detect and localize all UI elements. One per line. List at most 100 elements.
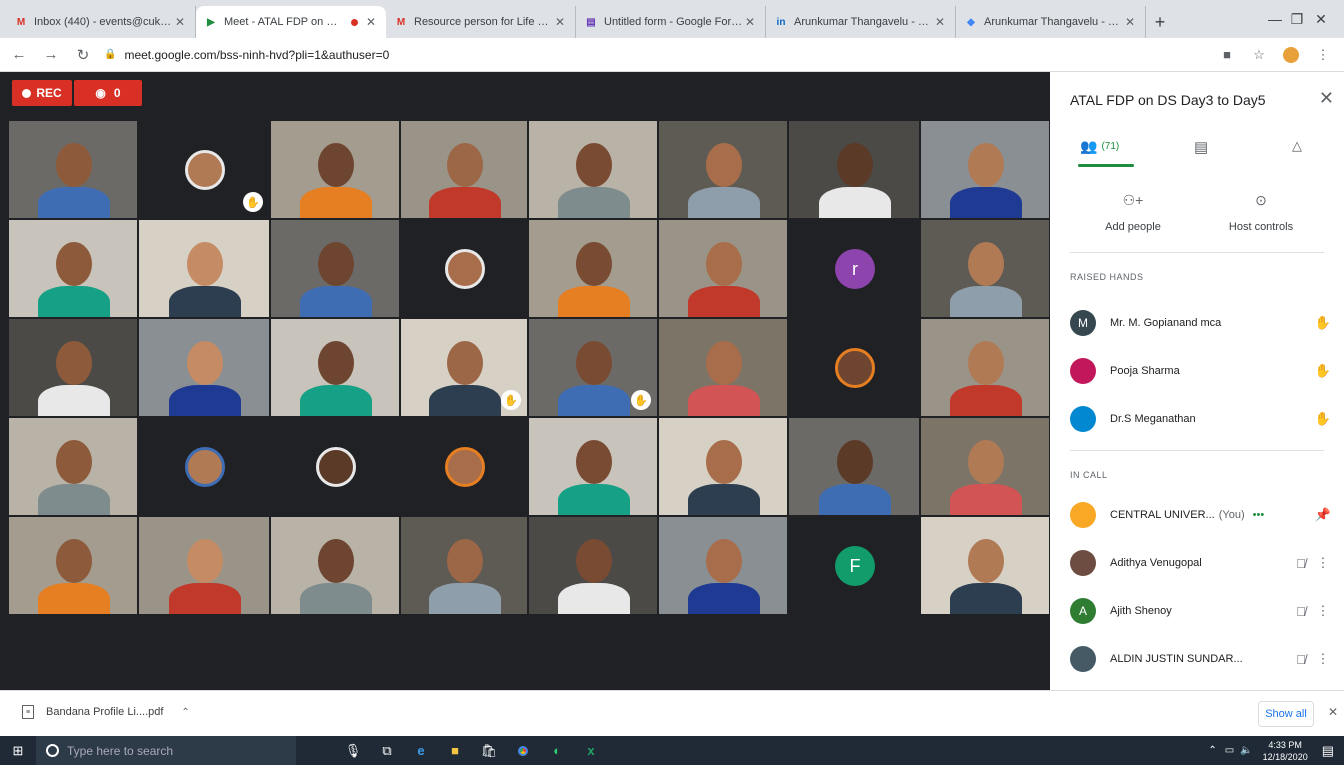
participant-tile[interactable] (658, 318, 788, 417)
participant-tile[interactable] (138, 417, 270, 516)
participant-tile[interactable]: r (788, 219, 920, 318)
participant-row[interactable]: ALDIN JUSTIN SUNDAR... 🎙̸ ⋮ (1070, 642, 1334, 676)
star-icon[interactable]: ☆ (1248, 44, 1270, 66)
participant-tile[interactable] (8, 318, 138, 417)
participant-tile[interactable] (138, 516, 270, 615)
participant-tile[interactable] (920, 417, 1050, 516)
participant-row[interactable]: Dr.S Meganathan ✋ (1070, 402, 1334, 436)
participant-tile[interactable] (528, 417, 658, 516)
taskbar-search[interactable]: Type here to search (36, 736, 296, 765)
participant-tile[interactable] (658, 516, 788, 615)
microphone-icon[interactable]: 🎙 (336, 736, 370, 765)
participant-tile[interactable] (8, 417, 138, 516)
windows-start-icon[interactable]: ⊞ (0, 736, 36, 765)
clock[interactable]: 4:33 PM 12/18/2020 (1263, 739, 1308, 763)
tab-close-icon[interactable]: ✕ (364, 15, 378, 29)
file-explorer-icon[interactable]: ■ (438, 736, 472, 765)
excel-icon[interactable]: x (574, 736, 608, 765)
tab-chat[interactable]: ▤ (1194, 138, 1208, 156)
browser-tab[interactable]: in Arunkumar Thangavelu - Seni...✕ (766, 6, 956, 38)
reload-icon[interactable]: ↻ (70, 42, 96, 68)
close-panel-icon[interactable]: ✕ (1319, 88, 1334, 109)
participant-tile[interactable] (920, 219, 1050, 318)
browser-menu-icon[interactable]: ⋮ (1312, 44, 1334, 66)
mic-off-icon[interactable]: 🎙̸ (1290, 604, 1312, 619)
participant-tile[interactable] (270, 120, 400, 219)
participant-row[interactable]: CENTRAL UNIVER... (You) ••• 📌 (1070, 498, 1334, 532)
task-view-icon[interactable]: ⧉ (370, 736, 404, 765)
tab-activities[interactable]: △ (1292, 138, 1302, 154)
new-tab-button[interactable]: + (1146, 6, 1174, 38)
participant-tile[interactable] (788, 417, 920, 516)
participant-tile[interactable]: ✋ (138, 120, 270, 219)
profile-avatar[interactable] (1280, 44, 1302, 66)
more-options-icon[interactable]: ⋮ (1312, 651, 1334, 667)
participant-tile[interactable] (270, 219, 400, 318)
participant-tile[interactable] (920, 516, 1050, 615)
participant-tile[interactable] (400, 516, 528, 615)
participant-tile[interactable] (8, 516, 138, 615)
participant-row[interactable]: A Ajith Shenoy 🎙̸ ⋮ (1070, 594, 1334, 628)
tab-close-icon[interactable]: ✕ (743, 15, 757, 29)
window-close-button[interactable]: ✕ (1298, 0, 1344, 38)
participant-tile[interactable] (920, 318, 1050, 417)
browser-tab[interactable]: M Resource person for Life skill s...✕ (386, 6, 576, 38)
chevron-up-icon[interactable]: ⌃ (1208, 745, 1216, 756)
participant-tile[interactable] (400, 219, 528, 318)
browser-tab[interactable]: ▶ Meet - ATAL FDP on DS D... ✕ (196, 6, 386, 38)
participant-tile[interactable] (400, 120, 528, 219)
participant-row[interactable]: M Mr. M. Gopianand mca ✋ (1070, 306, 1334, 340)
participant-tile[interactable] (658, 417, 788, 516)
more-options-icon[interactable]: ⋮ (1312, 555, 1334, 571)
participant-tile[interactable]: ✋ (528, 318, 658, 417)
volume-icon[interactable]: 🔈 (1240, 745, 1252, 756)
participant-tile[interactable] (138, 318, 270, 417)
participant-row[interactable]: Adithya Venugopal 🎙̸ ⋮ (1070, 546, 1334, 580)
browser-tab[interactable]: ▤ Untitled form - Google Forms ✕ (576, 6, 766, 38)
show-all-button[interactable]: Show all (1258, 701, 1314, 727)
browser-tab[interactable]: ◆ Arunkumar Thangavelu - Goo... ✕ (956, 6, 1146, 38)
tab-close-icon[interactable]: ✕ (1123, 15, 1137, 29)
lower-hand-icon[interactable]: ✋ (1312, 315, 1334, 331)
participant-tile[interactable] (528, 120, 658, 219)
tab-close-icon[interactable]: ✕ (173, 15, 187, 29)
participant-tile[interactable] (8, 120, 138, 219)
chrome-icon[interactable] (506, 736, 540, 765)
participant-tile[interactable] (138, 219, 270, 318)
participant-tile[interactable] (270, 318, 400, 417)
add-people-button[interactable]: ⚇+ Add people (1078, 192, 1188, 233)
tab-people[interactable]: 👥 (71) (1080, 138, 1119, 155)
participant-tile[interactable] (528, 219, 658, 318)
participant-tile[interactable] (788, 120, 920, 219)
participant-tile[interactable]: F (788, 516, 920, 615)
edge-icon[interactable]: ◐ (540, 736, 574, 765)
download-item[interactable]: ≡ Bandana Profile Li....pdf ⌃ (22, 705, 190, 719)
participant-tile[interactable] (920, 120, 1050, 219)
tab-close-icon[interactable]: ✕ (553, 15, 567, 29)
participant-tile[interactable] (658, 219, 788, 318)
pin-icon[interactable]: 📌 (1312, 507, 1334, 523)
forward-icon[interactable]: → (38, 42, 64, 68)
host-controls-button[interactable]: ⊙ Host controls (1206, 192, 1316, 233)
notification-icon[interactable]: ▤ (1322, 743, 1334, 759)
camera-icon[interactable]: ■ (1216, 44, 1238, 66)
mic-off-icon[interactable]: 🎙̸ (1290, 556, 1312, 571)
url-input[interactable]: 🔒 meet.google.com/bss-ninh-hvd?pli=1&aut… (104, 43, 1216, 67)
lower-hand-icon[interactable]: ✋ (1312, 363, 1334, 379)
participant-tile[interactable] (788, 318, 920, 417)
participant-tile[interactable] (8, 219, 138, 318)
participant-tile[interactable]: ✋ (400, 318, 528, 417)
edge-legacy-icon[interactable]: e (404, 736, 438, 765)
participant-tile[interactable] (658, 120, 788, 219)
network-icon[interactable]: ▭ (1225, 745, 1234, 756)
close-download-bar-icon[interactable]: ✕ (1328, 705, 1338, 719)
participant-tile[interactable] (270, 516, 400, 615)
chevron-up-icon[interactable]: ⌃ (181, 707, 189, 718)
back-icon[interactable]: ← (6, 42, 32, 68)
browser-tab[interactable]: M Inbox (440) - events@cukerala...✕ (6, 6, 196, 38)
more-options-icon[interactable]: ⋮ (1312, 603, 1334, 619)
mic-off-icon[interactable]: 🎙̸ (1290, 652, 1312, 667)
participant-tile[interactable] (270, 417, 400, 516)
tab-close-icon[interactable]: ✕ (933, 15, 947, 29)
participant-row[interactable]: Pooja Sharma ✋ (1070, 354, 1334, 388)
